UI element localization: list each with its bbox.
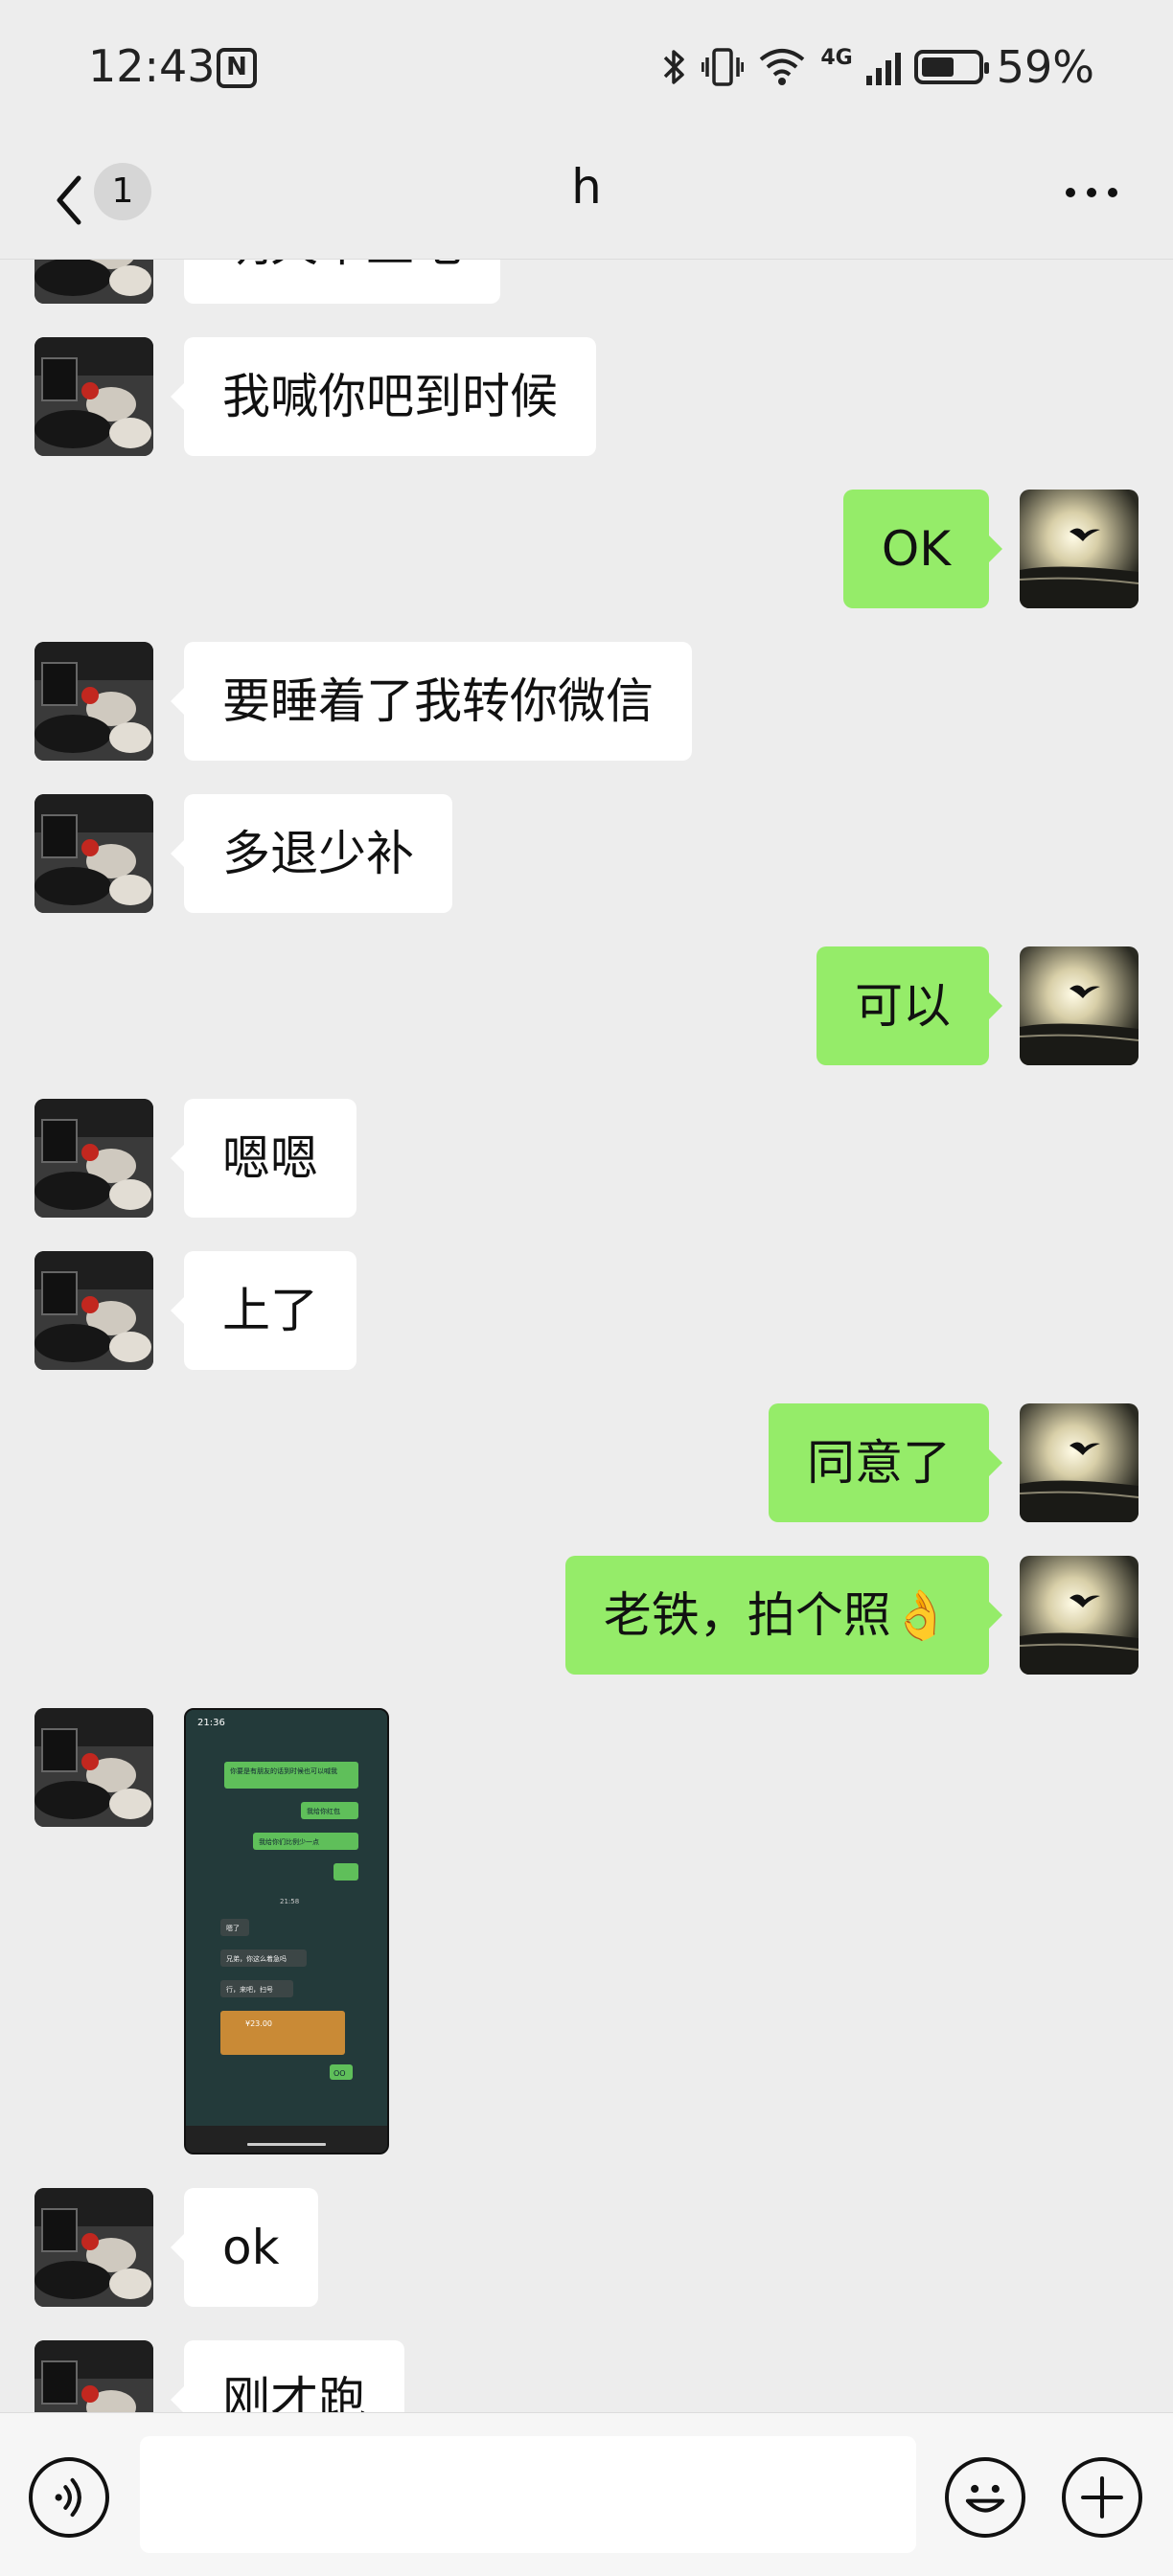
image-message[interactable]: 21:36 你要是有朋友的话到时候也可以喊我我给你红包我给你们比例少一点 21:58… — [184, 1708, 389, 2154]
contact-avatar[interactable] — [34, 642, 153, 761]
message-input[interactable] — [140, 2436, 916, 2553]
plus-icon[interactable] — [1062, 2457, 1142, 2538]
status-icons: 4G 59% — [661, 38, 1094, 96]
my-avatar[interactable] — [1020, 490, 1138, 608]
message-bubble[interactable]: 上了 — [171, 1251, 356, 1370]
voice-icon[interactable] — [29, 2457, 109, 2538]
contact-avatar[interactable] — [34, 337, 153, 456]
emoji-icon[interactable] — [945, 2457, 1025, 2538]
svg-text:兄弟，你这么着急吗: 兄弟，你这么着急吗 — [226, 1954, 287, 1963]
message-bubble[interactable]: 我喊你吧到时候 — [171, 337, 596, 456]
svg-text:21:58: 21:58 — [280, 1898, 299, 1905]
message-bubble[interactable]: 要睡着了我转你微信 — [171, 642, 692, 761]
contact-avatar[interactable] — [34, 260, 153, 304]
battery-fill — [921, 57, 954, 77]
battery-percent: 59% — [996, 41, 1094, 93]
chat-title: h — [571, 159, 602, 215]
status-bar: 12:43 N 4G 59% — [0, 0, 1173, 144]
message-bubble[interactable]: OK — [842, 490, 1003, 608]
svg-text:我给你们比例少一点: 我给你们比例少一点 — [259, 1837, 319, 1846]
chat-message-list[interactable]: 明天早上吧我喊你吧到时候 OK 要睡着了我转你微信多退少补可以嗯嗯上了同意了老铁，拍… — [0, 260, 1173, 2412]
contact-avatar[interactable] — [34, 2188, 153, 2307]
cellular-signal-icon — [865, 49, 901, 85]
more-dots-icon[interactable] — [1066, 188, 1117, 197]
contact-avatar[interactable] — [34, 1251, 153, 1370]
message-bubble[interactable]: 刚才跑 — [171, 2340, 404, 2412]
svg-text:21:36: 21:36 — [197, 1718, 225, 1728]
bluetooth-icon — [664, 50, 685, 84]
wifi-icon — [760, 49, 805, 85]
battery-icon — [913, 50, 989, 84]
svg-text:¥23.00: ¥23.00 — [245, 2019, 272, 2028]
status-time: 12:43 — [88, 40, 216, 92]
contact-avatar[interactable] — [34, 1708, 153, 1827]
contact-avatar[interactable] — [34, 794, 153, 913]
nfc-icon: N — [217, 48, 257, 88]
svg-text:OO: OO — [334, 2069, 346, 2078]
svg-text:嗯了: 嗯了 — [226, 1925, 240, 1932]
contact-avatar[interactable] — [34, 2340, 153, 2412]
my-avatar[interactable] — [1020, 946, 1138, 1065]
svg-text:行，来吧，扫号: 行，来吧，扫号 — [226, 1985, 273, 1994]
input-bar — [0, 2412, 1173, 2576]
message-bubble[interactable]: 同意了 — [769, 1403, 1002, 1522]
message-bubble[interactable]: ok — [171, 2188, 318, 2307]
my-avatar[interactable] — [1020, 1556, 1138, 1675]
vibrate-icon — [702, 48, 745, 86]
contact-avatar[interactable] — [34, 1099, 153, 1218]
message-bubble[interactable]: 多退少补 — [171, 794, 452, 913]
my-avatar[interactable] — [1020, 1403, 1138, 1522]
svg-text:我给你红包: 我给你红包 — [307, 1807, 340, 1815]
message-bubble[interactable]: 嗯嗯 — [171, 1099, 356, 1218]
message-bubble[interactable]: 老铁，拍个照👌 — [564, 1556, 1003, 1675]
network-type: 4G — [820, 45, 853, 70]
svg-text:你要是有朋友的话到时候也可以喊我: 你要是有朋友的话到时候也可以喊我 — [230, 1767, 337, 1775]
message-bubble[interactable]: 可以 — [816, 946, 1002, 1065]
message-bubble[interactable]: 明天早上吧 — [184, 260, 500, 304]
